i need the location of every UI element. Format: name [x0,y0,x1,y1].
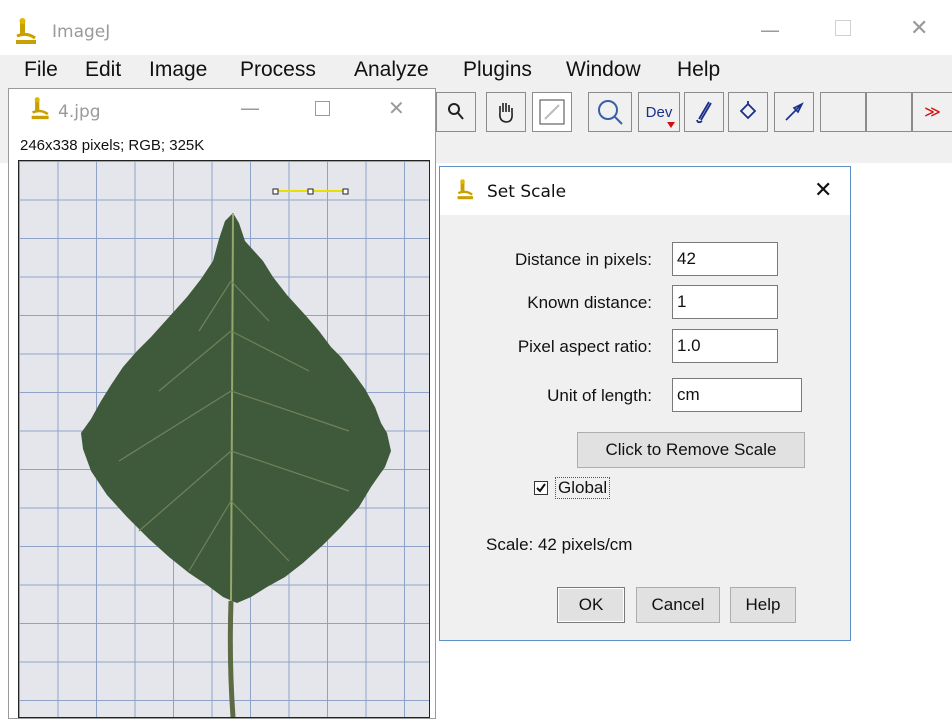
more-tools-button[interactable]: ≫ [912,92,952,132]
menu-image[interactable]: Image [149,58,207,82]
color-picker-icon [539,99,565,125]
help-button[interactable]: Help [730,587,796,623]
ok-button[interactable]: OK [557,587,625,623]
hand-tool-button[interactable] [486,92,526,132]
dialog-title: Set Scale [487,182,567,202]
maximize-button[interactable] [835,20,851,36]
image-maximize-button[interactable] [315,101,330,116]
known-distance-label: Known distance: [527,293,652,312]
menu-window[interactable]: Window [566,58,641,82]
checkmark-icon [536,483,546,493]
arrow-icon [785,102,804,121]
flood-fill-tool-button[interactable] [728,92,768,132]
dialog-body [440,215,850,640]
magnifier-tool-button[interactable] [436,92,476,132]
global-checkbox-label[interactable]: Global [555,477,611,499]
more-tools-icon: ≫ [924,104,941,121]
aspect-ratio-label: Pixel aspect ratio: [517,337,652,356]
bucket-icon [739,101,757,120]
image-close-button[interactable]: ✕ [388,96,405,120]
menu-plugins[interactable]: Plugins [463,58,532,82]
empty-tool-slot-1[interactable] [820,92,866,132]
unit-of-length-input[interactable] [672,378,802,412]
main-window-title: ImageJ [52,22,111,42]
close-button[interactable]: ✕ [910,16,928,41]
global-checkbox[interactable] [534,481,548,495]
dropdown-arrow-icon [667,122,675,128]
zoom-tool-button[interactable] [588,92,632,132]
magnifier-small-icon [448,103,464,120]
menu-analyze[interactable]: Analyze [354,58,429,82]
cancel-button[interactable]: Cancel [636,587,720,623]
menu-process[interactable]: Process [240,58,316,82]
image-minimize-button[interactable]: — [240,96,260,120]
known-distance-input[interactable] [672,285,778,319]
hand-icon [499,103,513,123]
developer-menu-button[interactable]: Dev [638,92,680,132]
dropper-tool-button[interactable] [532,92,572,132]
dialog-close-button[interactable]: ✕ [814,178,832,203]
image-window-logo-icon [30,96,52,127]
unit-label: Unit of length: [547,386,652,405]
imagej-logo-icon [14,18,40,51]
image-info: 246x338 pixels; RGB; 325K [20,137,205,154]
minimize-button[interactable]: — [760,18,780,42]
pixel-aspect-ratio-input[interactable] [672,329,778,363]
empty-tool-slot-2[interactable] [866,92,912,132]
leaf-photo [19,161,429,717]
dev-label: Dev [645,103,673,121]
distance-in-pixels-input[interactable] [672,242,778,276]
arrow-tool-button[interactable] [774,92,814,132]
zoom-icon [598,100,623,125]
image-canvas[interactable] [18,160,430,718]
brush-icon [696,101,712,124]
distance-label: Distance in pixels: [514,250,652,269]
menu-help[interactable]: Help [677,58,720,82]
menu-edit[interactable]: Edit [85,58,121,82]
remove-scale-button[interactable]: Click to Remove Scale [577,432,805,468]
image-window-title: 4.jpg [58,102,101,122]
dialog-logo-icon [456,178,476,207]
menu-file[interactable]: File [24,58,58,82]
main-titlebar [0,0,952,60]
brush-tool-button[interactable] [684,92,724,132]
scale-readout: Scale: 42 pixels/cm [486,535,633,554]
